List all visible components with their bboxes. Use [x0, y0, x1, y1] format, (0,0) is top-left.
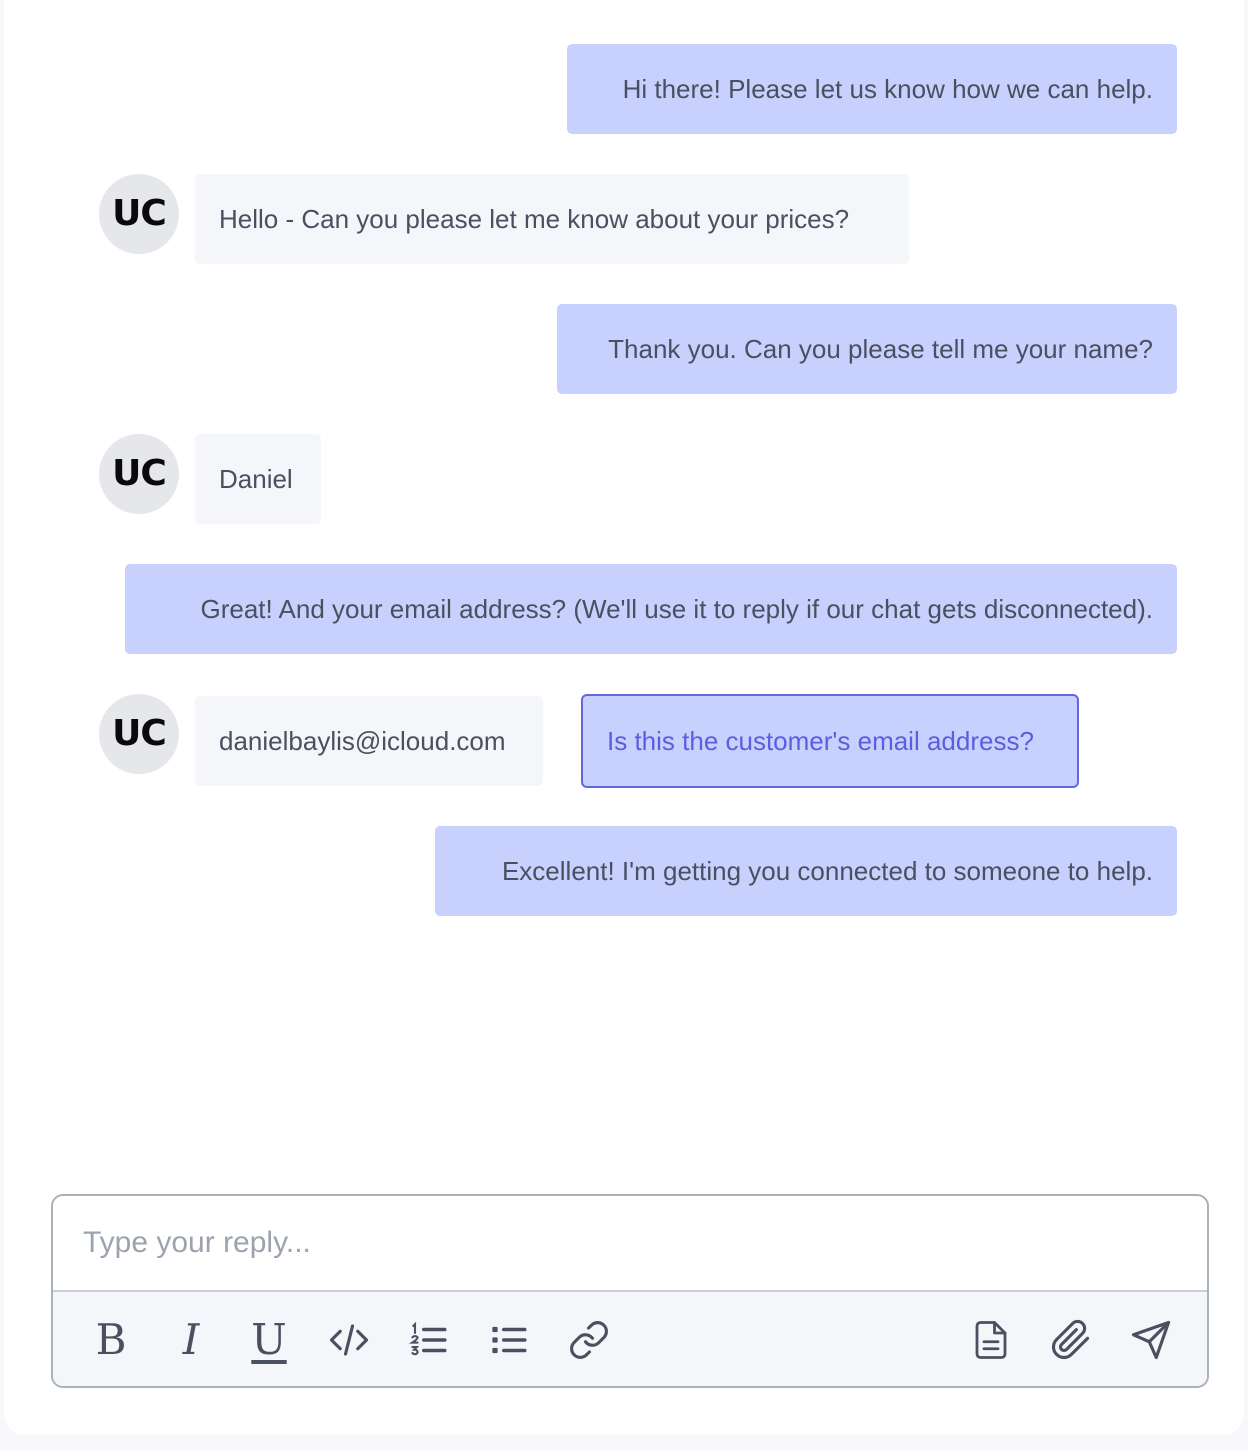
- agent-message: Thank you. Can you please tell me your n…: [557, 304, 1177, 394]
- underline-icon: U: [251, 1315, 287, 1364]
- document-icon: [975, 1321, 1007, 1359]
- formatting-toolbar: B I U: [53, 1290, 1207, 1386]
- customer-message: Daniel: [195, 434, 321, 524]
- italic-button[interactable]: I: [163, 1312, 219, 1368]
- underline-button[interactable]: U: [241, 1312, 297, 1368]
- customer-message: Hello - Can you please let me know about…: [195, 174, 909, 264]
- customer-avatar: UC: [99, 694, 179, 774]
- code-button[interactable]: [321, 1312, 377, 1368]
- reply-input[interactable]: [53, 1196, 1207, 1290]
- attach-button[interactable]: [1043, 1312, 1099, 1368]
- bullet-list-button[interactable]: [481, 1312, 537, 1368]
- bold-button[interactable]: B: [83, 1312, 139, 1368]
- italic-icon: I: [182, 1315, 200, 1364]
- template-button[interactable]: [963, 1312, 1019, 1368]
- link-icon: [570, 1321, 608, 1359]
- send-button[interactable]: [1123, 1312, 1179, 1368]
- ordered-list-button[interactable]: [401, 1312, 457, 1368]
- bold-icon: B: [95, 1315, 127, 1364]
- customer-avatar: UC: [99, 174, 179, 254]
- agent-message: Hi there! Please let us know how we can …: [567, 44, 1177, 134]
- agent-message: Excellent! I'm getting you connected to …: [435, 826, 1177, 916]
- link-button[interactable]: [561, 1312, 617, 1368]
- customer-avatar: UC: [99, 434, 179, 514]
- customer-message: danielbaylis@icloud.com: [195, 696, 543, 786]
- paperclip-icon: [1051, 1319, 1090, 1360]
- code-icon: [329, 1324, 369, 1356]
- agent-message: Great! And your email address? (We'll us…: [125, 564, 1177, 654]
- send-icon: [1131, 1320, 1171, 1360]
- bullet-list-icon: [492, 1326, 527, 1354]
- ordered-list-icon: [408, 1321, 447, 1356]
- email-suggestion-button[interactable]: Is this the customer's email address?: [581, 694, 1079, 788]
- reply-composer: B I U: [51, 1194, 1209, 1388]
